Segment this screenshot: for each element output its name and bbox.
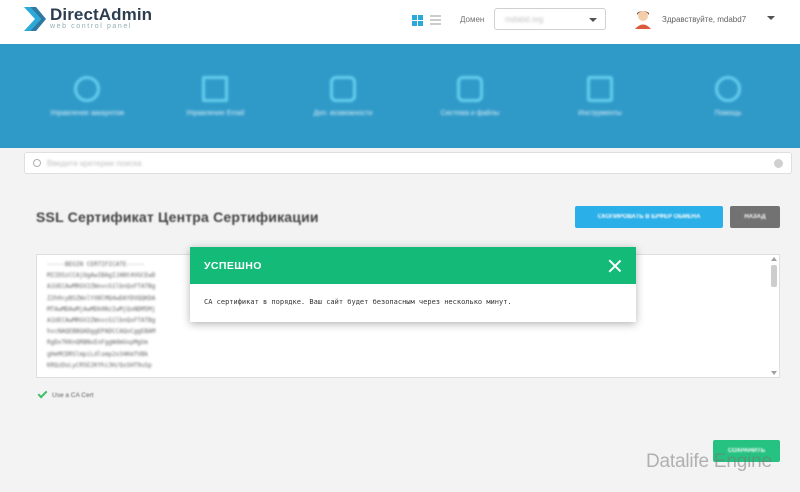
modal-title: УСПЕШНО [204, 260, 262, 272]
modal-message: CA сертификат в порядке. Ваш сайт будет … [204, 298, 512, 306]
close-icon[interactable] [608, 259, 622, 273]
success-modal: УСПЕШНО CA сертификат в порядке. Ваш сай… [190, 247, 636, 322]
watermark: Datalife Engine [646, 451, 772, 472]
modal-header: УСПЕШНО [190, 247, 636, 284]
modal-backdrop [0, 0, 800, 492]
